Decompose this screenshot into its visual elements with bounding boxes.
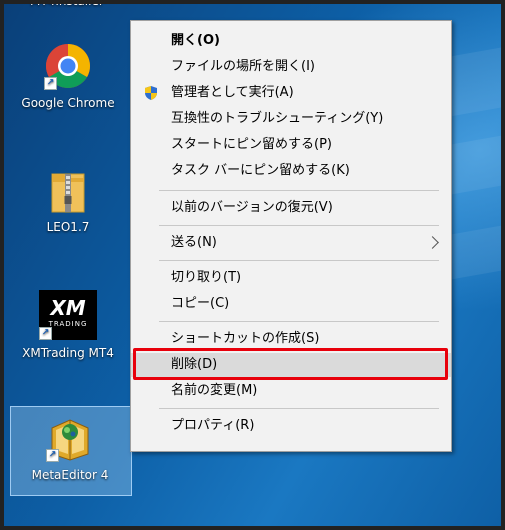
- menu-item-open-file-location[interactable]: ファイルの場所を開く(I): [131, 55, 451, 79]
- menu-separator: [159, 260, 439, 261]
- menu-item-copy[interactable]: コピー(C): [131, 292, 451, 316]
- menu-item-label: 切り取り(T): [171, 270, 242, 285]
- menu-item-label: 以前のバージョンの復元(V): [171, 200, 333, 215]
- menu-item-label: 名前の変更(M): [171, 383, 258, 398]
- highlight-annotation-box: [133, 348, 448, 380]
- menu-item-label: スタートにピン留めする(P): [171, 137, 332, 152]
- menu-item-label: タスク バーにピン留めする(K): [171, 163, 350, 178]
- desktop-icon-xmtrading-mt4[interactable]: XM TRADING ↗ XMTrading MT4: [14, 290, 122, 360]
- desktop-icon-label: Google Chrome: [21, 96, 115, 110]
- menu-item-label: 送る(N): [171, 235, 217, 250]
- menu-item-label: プロパティ(R): [171, 418, 255, 433]
- menu-item-cut[interactable]: 切り取り(T): [131, 266, 451, 290]
- menu-item-run-as-admin[interactable]: 管理者として実行(A): [131, 81, 451, 105]
- metaeditor-book-icon: ↗: [46, 414, 94, 462]
- menu-item-pin-to-taskbar[interactable]: タスク バーにピン留めする(K): [131, 159, 451, 183]
- desktop-icon-label: XMTrading MT4: [22, 346, 114, 360]
- menu-item-pin-to-start[interactable]: スタートにピン留めする(P): [131, 133, 451, 157]
- desktop-icon-label-partial: MT4Installer: [30, 0, 104, 8]
- menu-item-label: コピー(C): [171, 296, 230, 311]
- menu-item-label: 互換性のトラブルシューティング(Y): [171, 111, 384, 126]
- menu-item-send-to[interactable]: 送る(N): [131, 231, 451, 255]
- menu-item-open[interactable]: 開く(O): [131, 29, 451, 53]
- chevron-right-icon: [426, 236, 439, 249]
- menu-item-rename[interactable]: 名前の変更(M): [131, 379, 451, 403]
- menu-item-label: 開く(O): [171, 33, 220, 48]
- desktop-icon-leo[interactable]: LEO1.7: [14, 166, 122, 234]
- shortcut-arrow-icon: ↗: [39, 327, 52, 340]
- menu-item-label: 管理者として実行(A): [171, 85, 294, 100]
- context-menu: 開く(O) ファイルの場所を開く(I) 管理者として実行(A) 互換性のトラブル…: [130, 20, 452, 452]
- menu-separator: [159, 225, 439, 226]
- chrome-icon: ↗: [44, 42, 92, 90]
- menu-item-compatibility-troubleshoot[interactable]: 互換性のトラブルシューティング(Y): [131, 107, 451, 131]
- desktop-icon-google-chrome[interactable]: ↗ Google Chrome: [14, 42, 122, 110]
- zip-folder-icon: [44, 166, 92, 214]
- shortcut-arrow-icon: ↗: [46, 449, 59, 462]
- menu-item-properties[interactable]: プロパティ(R): [131, 414, 451, 438]
- desktop-icon-metaeditor-4[interactable]: ↗ MetaEditor 4: [16, 414, 124, 482]
- menu-separator: [159, 190, 439, 191]
- xm-logo-text: XM: [50, 296, 86, 320]
- menu-item-label: ファイルの場所を開く(I): [171, 59, 315, 74]
- menu-item-restore-previous-versions[interactable]: 以前のバージョンの復元(V): [131, 196, 451, 220]
- menu-separator: [159, 321, 439, 322]
- xm-logo-icon: XM TRADING ↗: [39, 290, 97, 340]
- menu-separator: [159, 408, 439, 409]
- desktop-icon-label: MetaEditor 4: [31, 468, 109, 482]
- shortcut-arrow-icon: ↗: [44, 77, 57, 90]
- desktop-icon-label: LEO1.7: [46, 220, 90, 234]
